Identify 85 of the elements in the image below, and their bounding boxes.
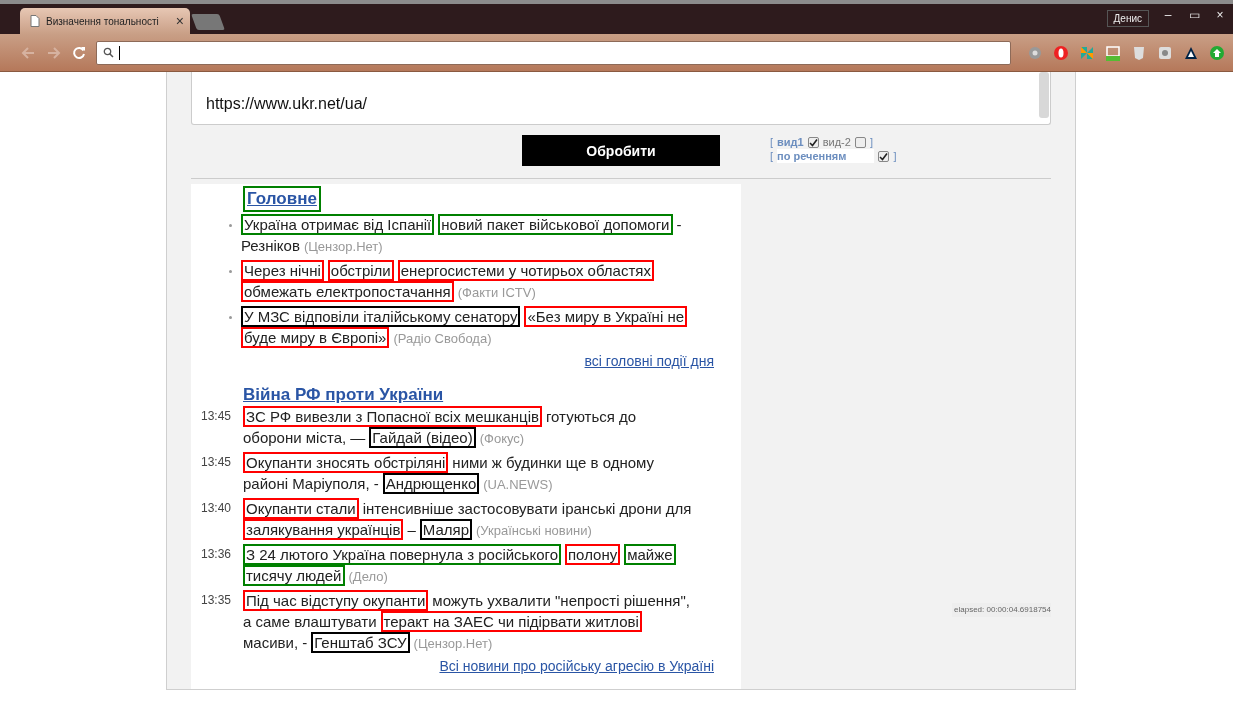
browser-tab[interactable]: Визначення тональності × (20, 8, 190, 34)
shield-icon[interactable] (1131, 44, 1147, 61)
window-button[interactable]: ▭ (1181, 8, 1207, 22)
search-icon (103, 47, 114, 58)
headline-text: – (407, 520, 416, 540)
bracket: ] (893, 149, 897, 163)
news-source: (Цензор.Нет) (303, 238, 383, 256)
highlighted-phrase[interactable]: обмежать електропостачання (241, 281, 454, 302)
window-button[interactable]: × (1207, 8, 1233, 22)
bullet-icon (229, 224, 232, 227)
url-textarea[interactable]: https://www.ukr.net/ua/ (191, 72, 1051, 125)
highlighted-phrase[interactable]: майже (624, 544, 676, 565)
section-link[interactable]: Головне (243, 186, 321, 212)
highlighted-phrase[interactable]: Андрющенко (382, 473, 480, 494)
back-icon[interactable] (20, 45, 36, 60)
highlighted-phrase[interactable]: Маляр (419, 519, 472, 540)
highlighted-phrase[interactable]: тисячу людей (243, 565, 345, 586)
checkbox[interactable] (807, 136, 819, 148)
address-field[interactable] (96, 40, 1011, 65)
news-source: (Факти ICTV) (457, 284, 536, 302)
highlighted-phrase[interactable]: Окупанти стали (243, 498, 359, 519)
option-label: вид-2 (822, 135, 851, 149)
headline-text: а саме влаштувати (243, 612, 377, 632)
profile-button[interactable]: Денис (1106, 10, 1149, 27)
frame-icon[interactable] (1105, 44, 1121, 61)
scrollbar[interactable] (1039, 72, 1049, 118)
ring-icon[interactable] (1053, 44, 1069, 61)
highlighted-phrase[interactable]: Окупанти зносять обстріляні (243, 452, 449, 473)
option-label: вид1 (777, 135, 804, 149)
new-tab-button[interactable] (191, 14, 225, 30)
news-source: (Радіо Свобода) (393, 330, 492, 348)
highlighted-phrase[interactable]: полону (565, 544, 621, 565)
highlighted-phrase[interactable]: обстріли (327, 260, 394, 281)
close-icon[interactable]: × (175, 13, 184, 29)
news-time: 13:35 (201, 592, 233, 609)
highlighted-phrase[interactable]: теракт на ЗАЕС чи підірвати житлові (380, 611, 642, 632)
news-source: (Фокус) (479, 430, 525, 448)
highlighted-phrase[interactable]: Через нічні (241, 260, 324, 281)
section-link[interactable]: Війна РФ проти України (243, 384, 444, 406)
checkbox[interactable] (854, 136, 866, 148)
news-time: 13:45 (201, 408, 233, 425)
headline-text: Резніков (241, 236, 300, 256)
news-source: (UA.NEWS) (483, 476, 553, 494)
bracket: [ (770, 149, 774, 163)
bracket: [ (770, 135, 774, 149)
headline-text: інтенсивніше застосовувати іранські дрони для (362, 499, 692, 519)
headline-text: готуються до (545, 407, 637, 427)
highlighted-phrase[interactable]: З 24 лютого Україна повернула з російського (243, 544, 561, 565)
headline-text: оборони міста, — (243, 428, 366, 448)
news-source: (Цензор.Нет) (413, 635, 493, 653)
headline-text: ними ж будинки ще в одному (452, 453, 655, 473)
checkbox[interactable] (878, 150, 890, 162)
highlighted-phrase[interactable]: буде миру в Європі» (241, 327, 390, 348)
more-link[interactable]: всі головні події дня (584, 353, 714, 369)
headline-text: районі Маріуполя, - (243, 474, 379, 494)
window-button[interactable]: – (1155, 8, 1181, 22)
headline-text: - (676, 215, 682, 235)
headline-text: можуть ухвалити "непрості рішення", (432, 591, 690, 611)
process-button[interactable]: Обробити (522, 135, 720, 166)
bracket: ] (869, 135, 873, 149)
news-time: 13:36 (201, 546, 233, 563)
highlighted-phrase[interactable]: енергосистеми у чотирьох областях (397, 260, 654, 281)
bullet-icon (229, 270, 232, 273)
highlighted-phrase[interactable]: Генштаб ЗСУ (311, 632, 410, 653)
highlighted-phrase[interactable]: У МЗС відповіли італійському сенатору (241, 306, 521, 327)
forward-icon[interactable] (46, 45, 62, 60)
news-source: (Українські новини) (476, 522, 592, 540)
highlighted-phrase[interactable]: Під час відступу окупанти (243, 590, 429, 611)
headline-text: масиви, - (243, 633, 308, 653)
highlighted-phrase[interactable]: Україна отримає від Іспанії (241, 214, 435, 235)
more-link[interactable]: Всі новини про російську агресію в Україні (439, 658, 714, 674)
elapsed-time: elapsed: 00:00:04.6918754 (952, 603, 1051, 617)
highlighted-phrase[interactable]: Гайдай (відео) (369, 427, 476, 448)
highlighted-phrase[interactable]: новий пакет військової допомоги (438, 214, 673, 235)
page-icon (30, 15, 40, 27)
reload-icon[interactable] (72, 45, 86, 60)
option-label: по реченням (777, 149, 875, 163)
highlighted-phrase[interactable]: залякування українців (243, 519, 404, 540)
news-source: (Дело) (348, 568, 388, 586)
highlighted-phrase[interactable]: ЗС РФ вивезли з Попасної всіх мешканців (243, 406, 542, 427)
bullet-icon (229, 316, 232, 319)
news-time: 13:40 (201, 500, 233, 517)
tab-title: Визначення тональності (46, 15, 160, 27)
highlighted-phrase[interactable]: «Без миру в Україні не (524, 306, 688, 327)
news-time: 13:45 (201, 454, 233, 471)
